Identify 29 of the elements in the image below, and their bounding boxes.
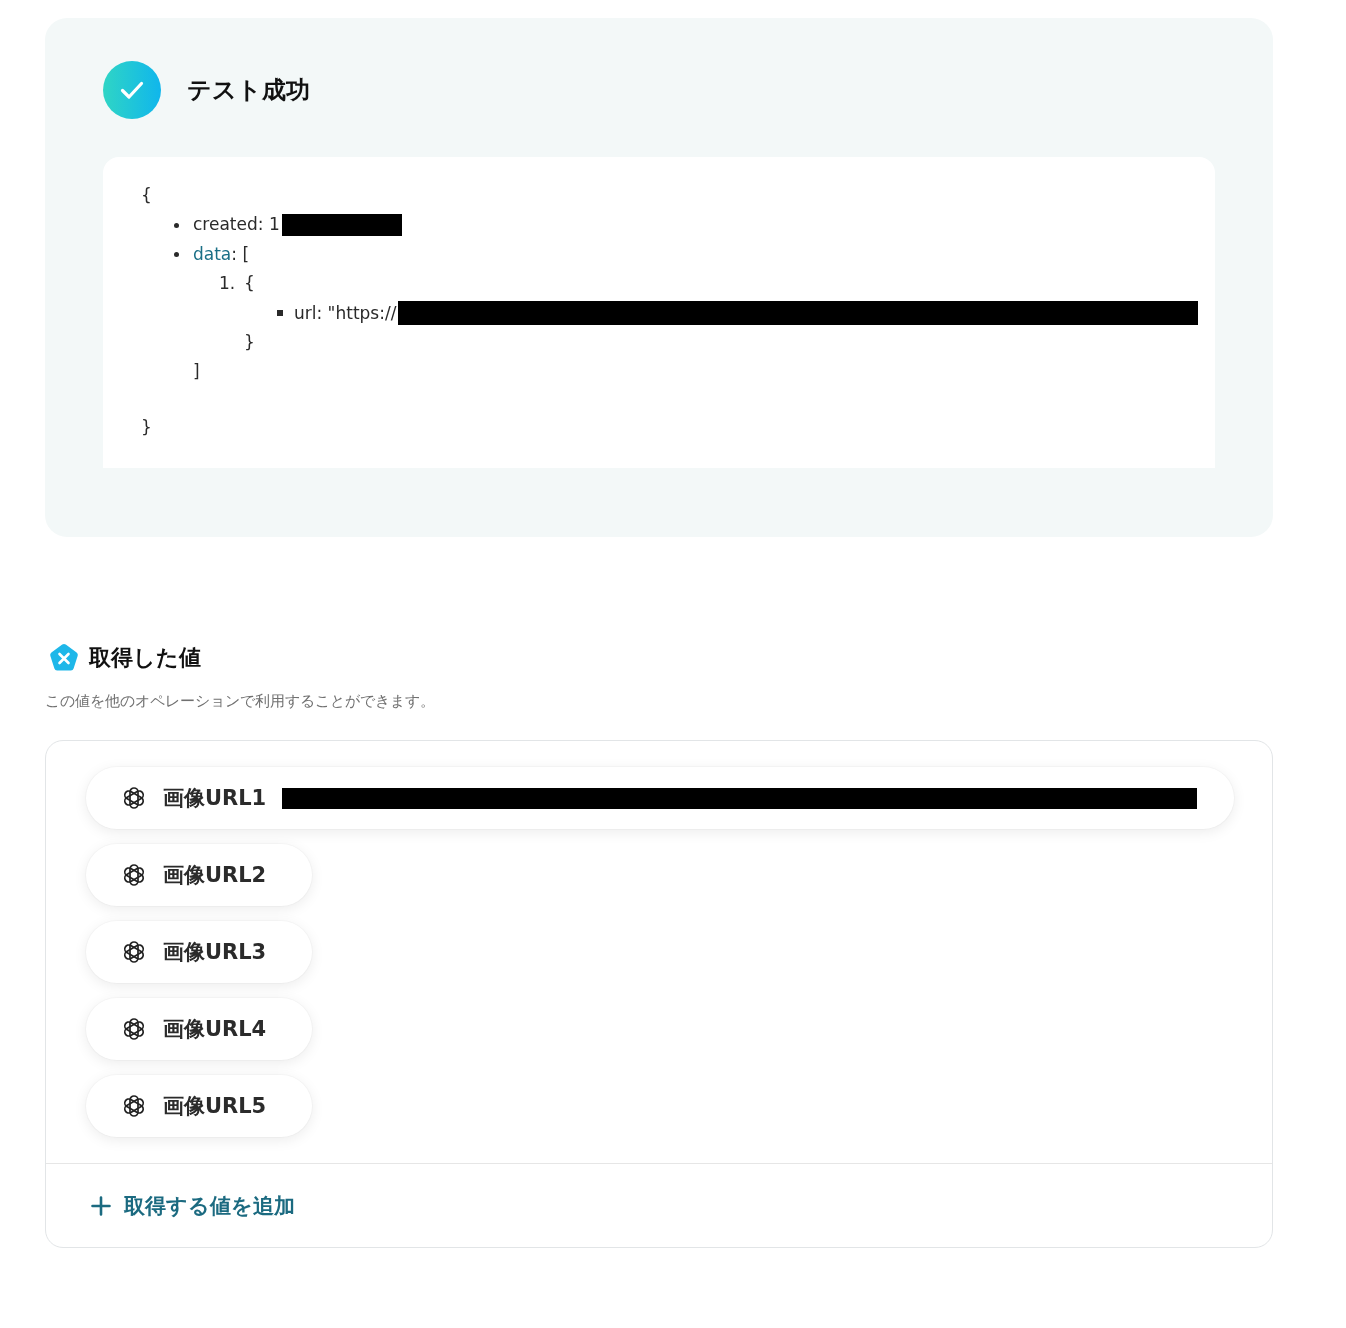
code-text: }: [141, 415, 152, 439]
bullet-icon: [174, 222, 179, 228]
value-chip[interactable]: 画像URL5: [86, 1075, 313, 1138]
code-text: ]: [193, 360, 200, 384]
knot-icon: [121, 939, 147, 966]
plus-icon: [91, 1195, 111, 1216]
code-text: : [: [231, 242, 250, 266]
status-title: テスト成功: [187, 75, 310, 106]
code-text: {: [244, 272, 255, 296]
knot-icon: [121, 1016, 147, 1043]
value-chip[interactable]: 画像URL1: [86, 767, 1234, 830]
section-description: この値を他のオペレーションで利用することができます。: [45, 691, 435, 713]
knot-icon: [121, 1093, 147, 1120]
code-text: }: [244, 330, 255, 354]
square-bullet-icon: [277, 310, 283, 317]
bullet-icon: [174, 251, 179, 257]
section-title: 取得した値: [89, 644, 201, 673]
value-chip[interactable]: 画像URL4: [86, 998, 313, 1061]
check-circle-icon: [103, 61, 161, 119]
list-number: 1.: [219, 272, 237, 296]
value-chip[interactable]: 画像URL2: [86, 844, 313, 907]
json-key: data: [193, 239, 232, 270]
code-text: url: "https://: [294, 301, 397, 325]
knot-icon: [121, 785, 147, 812]
value-chip[interactable]: 画像URL3: [86, 921, 313, 984]
code-text: {: [141, 184, 152, 207]
knot-icon: [121, 862, 147, 889]
code-text: created: 1: [193, 213, 280, 237]
add-value-button[interactable]: 取得する値を追加: [91, 1191, 295, 1220]
